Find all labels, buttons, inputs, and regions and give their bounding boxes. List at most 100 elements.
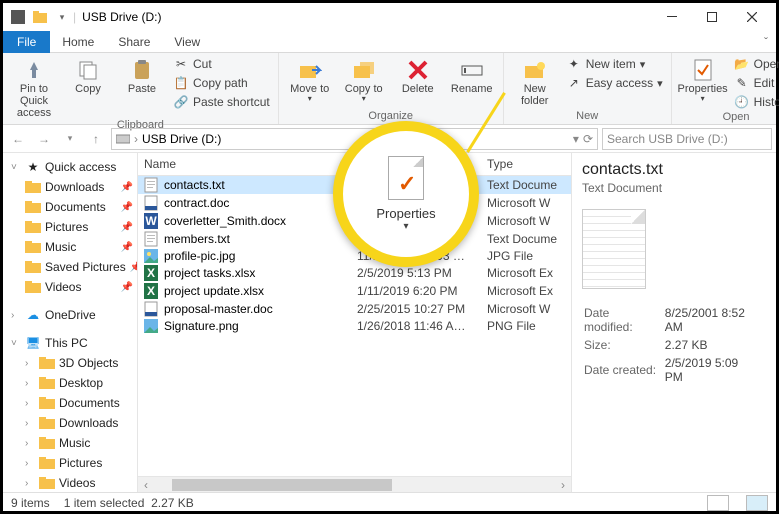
nav-tree[interactable]: ˅★Quick access Downloads📌Documents📌Pictu…	[3, 153, 138, 492]
tree-item[interactable]: Saved Pictures📌	[3, 257, 137, 277]
view-icons-button[interactable]	[746, 495, 768, 511]
tree-item[interactable]: ›Music	[3, 433, 137, 453]
path-dropdown-icon[interactable]: ▾	[573, 132, 579, 146]
new-item-button[interactable]: ✦New item ▾	[564, 55, 665, 73]
folder-icon	[39, 355, 55, 371]
paste-button[interactable]: Paste	[117, 55, 167, 95]
tree-item[interactable]: Pictures📌	[3, 217, 137, 237]
file-icon: W	[144, 213, 158, 229]
preview-thumbnail	[582, 209, 646, 289]
nav-back-button[interactable]: ←	[7, 128, 29, 150]
maximize-button[interactable]	[692, 3, 732, 31]
group-new-label: New	[510, 110, 665, 124]
cut-button[interactable]: ✂Cut	[171, 55, 272, 73]
folder-icon	[39, 395, 55, 411]
nav-recent-button[interactable]: ▾	[59, 128, 81, 150]
drive-icon	[116, 134, 130, 144]
close-button[interactable]	[732, 3, 772, 31]
file-icon	[144, 195, 158, 211]
scrollbar-thumb[interactable]	[172, 479, 392, 491]
tree-item[interactable]: Videos📌	[3, 277, 137, 297]
copy-button[interactable]: Copy	[63, 55, 113, 95]
file-icon	[144, 319, 158, 333]
scissors-icon: ✂	[173, 56, 189, 72]
open-button[interactable]: 📂Open ▾	[732, 55, 779, 73]
tree-onedrive[interactable]: ›☁OneDrive	[3, 305, 137, 325]
qat-dropdown-icon[interactable]: ▾	[54, 9, 70, 25]
ribbon-tabs: File Home Share View ˇ	[3, 31, 776, 53]
preview-size: 2.27 KB	[665, 337, 764, 353]
status-item-count: 9 items	[11, 496, 50, 510]
file-row[interactable]: profile-pic.jpg 11/15/2017 10:03 … JPG F…	[138, 248, 571, 264]
file-row[interactable]: Xproject tasks.xlsx 2/5/2019 5:13 PM Mic…	[138, 264, 571, 282]
file-row[interactable]: Xproject update.xlsx 1/11/2019 6:20 PM M…	[138, 282, 571, 300]
easyaccess-icon: ↗	[566, 75, 582, 91]
tree-item[interactable]: ›Videos	[3, 473, 137, 492]
folder-icon	[39, 455, 55, 471]
folder-icon	[39, 435, 55, 451]
nav-up-button[interactable]: ↑	[85, 128, 107, 150]
rename-button[interactable]: Rename	[447, 55, 497, 95]
folder-icon	[25, 279, 41, 295]
preview-type: Text Document	[582, 181, 766, 195]
edit-icon: ✎	[734, 75, 750, 91]
properties-button[interactable]: Properties▾	[678, 55, 728, 104]
app-icon	[10, 9, 26, 25]
easy-access-button[interactable]: ↗Easy access ▾	[564, 74, 665, 92]
tree-this-pc[interactable]: ˅🖥This PC	[3, 333, 137, 353]
tree-item[interactable]: Downloads📌	[3, 177, 137, 197]
tab-share[interactable]: Share	[106, 32, 162, 52]
file-tab[interactable]: File	[3, 31, 50, 53]
copy-icon	[73, 57, 103, 83]
move-to-button[interactable]: Move to▾	[285, 55, 335, 104]
horizontal-scrollbar[interactable]: ‹ ›	[138, 476, 571, 492]
tree-item[interactable]: ›Desktop	[3, 373, 137, 393]
paste-shortcut-button[interactable]: 🔗Paste shortcut	[171, 93, 272, 111]
preview-modified: 8/25/2001 8:52 AM	[665, 305, 764, 335]
folder-icon	[25, 179, 41, 195]
tree-item[interactable]: Documents📌	[3, 197, 137, 217]
history-icon: 🕘	[734, 94, 750, 110]
ribbon-collapse-icon[interactable]: ˇ	[756, 35, 776, 49]
tree-item[interactable]: Music📌	[3, 237, 137, 257]
properties-icon	[688, 57, 718, 83]
folder-icon	[39, 475, 55, 491]
title-bar: ▾ | USB Drive (D:)	[3, 3, 776, 31]
folder-icon	[25, 219, 41, 235]
refresh-icon[interactable]: ⟳	[583, 132, 593, 146]
search-input[interactable]: Search USB Drive (D:)	[602, 128, 772, 150]
minimize-button[interactable]	[652, 3, 692, 31]
file-icon: X	[144, 265, 158, 281]
pin-icon	[19, 57, 49, 83]
tree-item[interactable]: ›Documents	[3, 393, 137, 413]
pin-quick-access-button[interactable]: Pin to Quick access	[9, 55, 59, 119]
folder-icon	[25, 199, 41, 215]
tree-item[interactable]: ›Downloads	[3, 413, 137, 433]
group-open-label: Open	[678, 111, 779, 125]
folder-icon	[25, 239, 41, 255]
file-row[interactable]: Signature.png 1/26/2018 11:46 A… PNG Fil…	[138, 318, 571, 334]
path-segment[interactable]: USB Drive (D:)	[142, 132, 221, 146]
new-folder-button[interactable]: New folder	[510, 55, 560, 107]
file-icon	[144, 177, 158, 193]
edit-button[interactable]: ✎Edit	[732, 74, 779, 92]
properties-doc-icon: ✓	[388, 156, 424, 200]
tab-view[interactable]: View	[162, 32, 212, 52]
delete-button[interactable]: Delete	[393, 55, 443, 95]
preview-created: 2/5/2019 5:09 PM	[665, 355, 764, 385]
status-bar: 9 items 1 item selected 2.27 KB	[3, 492, 776, 512]
copy-path-button[interactable]: 📋Copy path	[171, 74, 272, 92]
folder-icon	[32, 9, 48, 25]
folder-icon	[39, 375, 55, 391]
tab-home[interactable]: Home	[50, 32, 106, 52]
newfolder-icon	[520, 57, 550, 83]
paste-icon	[127, 57, 157, 83]
view-details-button[interactable]	[707, 495, 729, 511]
tree-item[interactable]: ›3D Objects	[3, 353, 137, 373]
tree-item[interactable]: ›Pictures	[3, 453, 137, 473]
file-row[interactable]: proposal-master.doc 2/25/2015 10:27 PM M…	[138, 300, 571, 318]
nav-forward-button[interactable]: →	[33, 128, 55, 150]
tree-quick-access[interactable]: ˅★Quick access	[3, 157, 137, 177]
copy-to-button[interactable]: Copy to▾	[339, 55, 389, 104]
history-button[interactable]: 🕘History	[732, 93, 779, 111]
